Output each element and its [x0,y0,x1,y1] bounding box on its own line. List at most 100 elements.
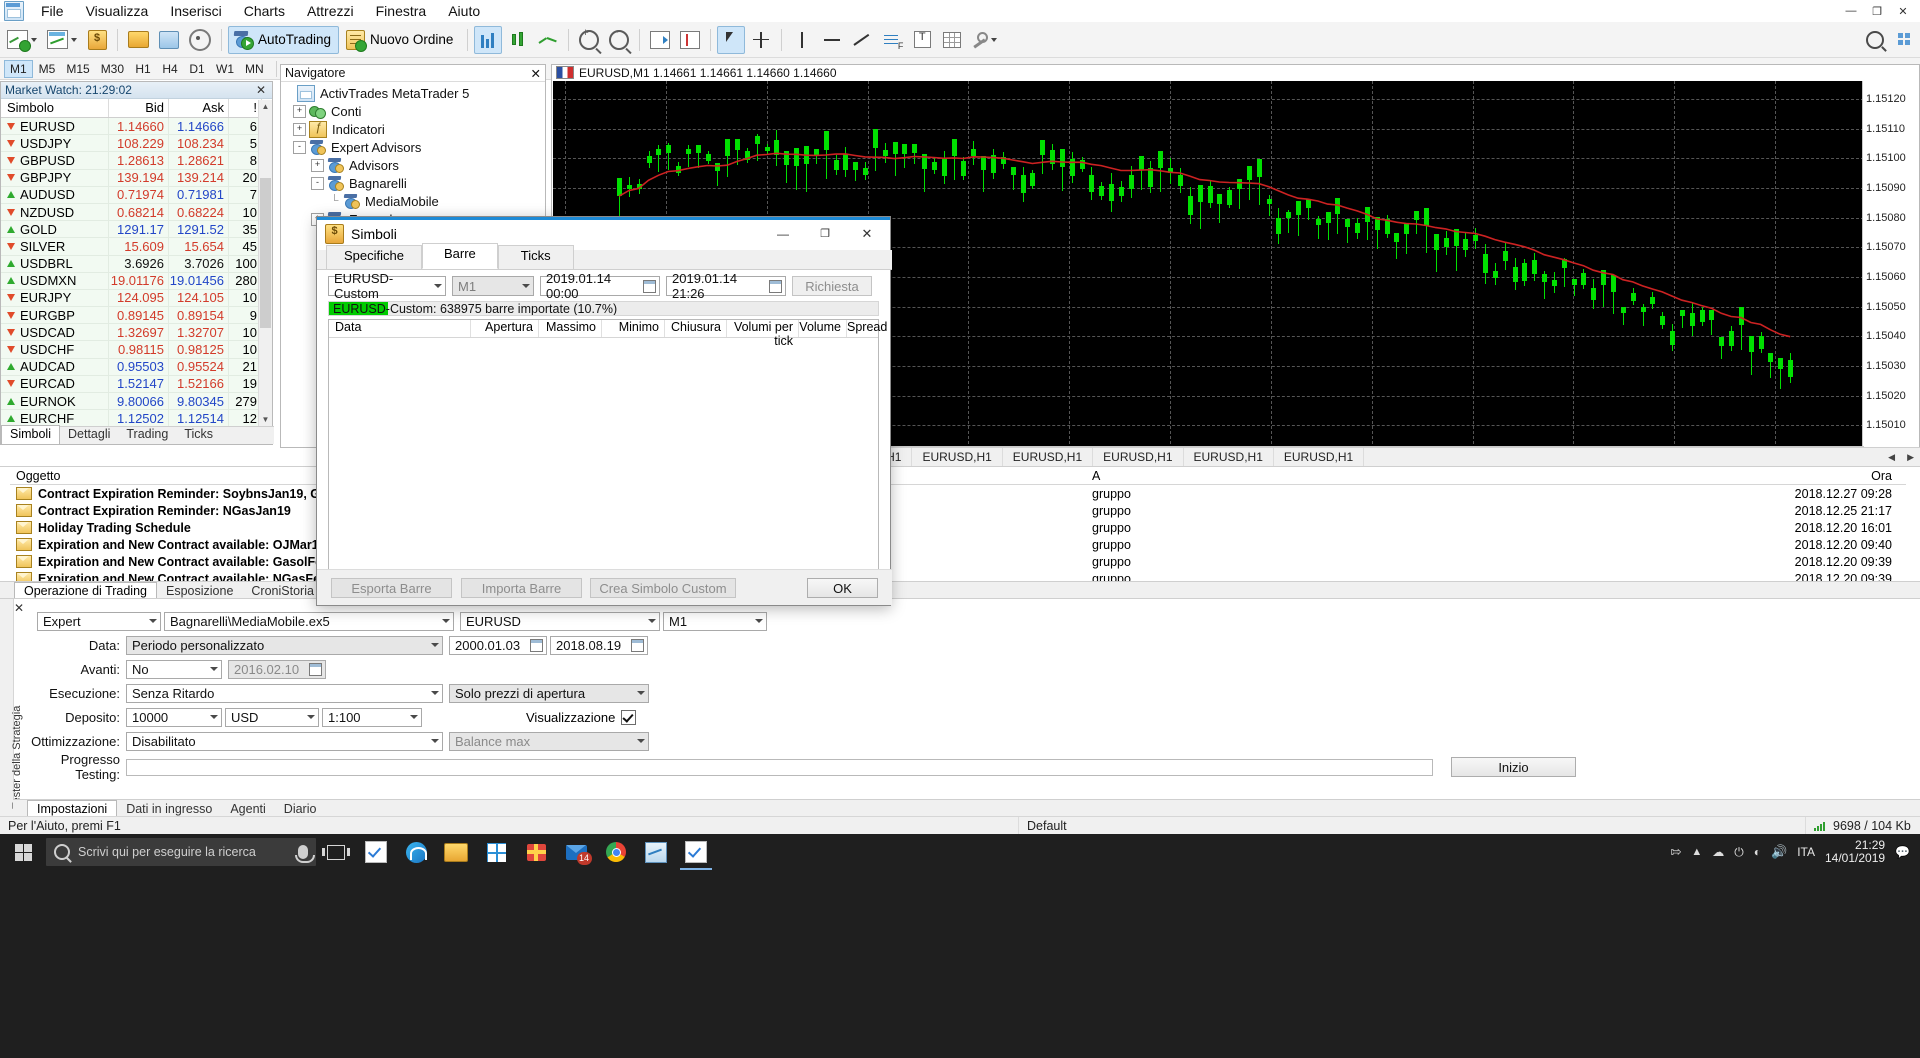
tab-ticks[interactable]: Ticks [176,426,221,444]
signals-button[interactable] [155,26,183,54]
chevron-down-icon[interactable] [991,37,998,42]
menu-charts[interactable]: Charts [233,0,296,22]
period-select[interactable]: M1 [663,611,767,631]
dialog-table-body[interactable] [329,338,878,570]
tester-close-icon[interactable]: ✕ [14,601,24,615]
market-watch-rows[interactable]: EURUSD 1.14660 1.14666 6 USDJPY 108.229 108.23… [1,118,272,444]
dialog-date-from-field[interactable]: 2019.01.14 00:00 [540,271,660,301]
visualization-group[interactable]: Visualizzazione [526,709,637,725]
taskbar-app-chrome[interactable] [596,834,636,870]
date-to-field[interactable]: 2018.08.19 [550,635,648,655]
menu-aiuto[interactable]: Aiuto [437,0,491,22]
tabs-scroll-right-icon[interactable]: ▶ [1901,448,1920,466]
tab-trading[interactable]: Trading [118,426,176,444]
timeframe-m5[interactable]: M5 [34,60,61,78]
chart-shift-button[interactable] [676,26,704,54]
market-watch-row[interactable]: USDJPY 108.229 108.234 5 [1,135,272,153]
dialog-minimize-button[interactable]: — [762,219,804,249]
tree-expander-icon[interactable]: + [293,104,306,118]
timeframe-m1[interactable]: M1 [4,59,33,78]
taskbar-app-mt5[interactable] [636,834,676,870]
chart-tab[interactable]: EURUSD,H1 [912,448,1003,466]
column-header-simbolo[interactable]: Simbolo [1,99,109,117]
tray-expand-icon[interactable]: ▲ [1691,846,1702,858]
navigator-item-indicatori[interactable]: + Indicatori [283,120,545,138]
chart-profiles-button[interactable] [43,26,81,54]
start-button[interactable] [0,834,46,870]
execution-detail-select[interactable]: Solo prezzi di apertura [449,683,649,703]
column-header-bid[interactable]: Bid [109,99,169,117]
execution-mode-select[interactable]: Senza Ritardo [126,683,443,703]
timeframe-h1[interactable]: H1 [130,60,156,78]
taskbar-app-store[interactable] [476,834,516,870]
deposit-currency-select[interactable]: USD [225,707,319,727]
menu-file[interactable]: File [30,0,75,22]
menu-finestra[interactable]: Finestra [365,0,438,22]
horizontal-line-button[interactable] [818,26,846,54]
tab-simboli[interactable]: Simboli [1,425,60,444]
candlestick-chart-button[interactable] [504,26,532,54]
chart-tab[interactable]: EURUSD,H1 [1274,448,1365,466]
task-view-button[interactable] [316,834,356,870]
column-header-massimo[interactable]: Massimo [539,320,602,337]
taskbar-app-edge[interactable] [396,834,436,870]
timeframe-mn[interactable]: MN [240,60,269,78]
chevron-down-icon[interactable] [31,37,37,42]
market-watch-scrollbar[interactable]: ▲ ▼ [258,100,272,426]
new-chart-button[interactable] [3,26,41,54]
menu-inserisci[interactable]: Inserisci [159,0,232,22]
market-watch-row[interactable]: AUDUSD 0.71974 0.71981 7 [1,186,272,204]
timeframe-d1[interactable]: D1 [184,60,210,78]
tree-expander-icon[interactable]: + [311,158,324,172]
grid-button[interactable] [938,26,966,54]
chart-tab[interactable]: EURUSD,H1 [1003,448,1094,466]
market-watch-row[interactable]: SILVER 15.609 15.654 45 [1,238,272,256]
market-watch-row[interactable]: GBPJPY 139.194 139.214 20 [1,169,272,187]
chart-tab[interactable]: EURUSD,H1 [1093,448,1184,466]
close-icon[interactable]: ✕ [531,66,541,81]
market-watch-button[interactable] [83,26,111,54]
column-header-spread[interactable]: Spread [847,320,887,337]
trendline-button[interactable] [848,26,876,54]
market-watch-row[interactable]: GBPUSD 1.28613 1.28621 8 [1,152,272,170]
visualization-checkbox[interactable] [621,709,637,725]
mailbox-meta-rows[interactable]: gruppo 2018.12.27 09:28 gruppo 2018.12.25 2… [1086,485,1906,587]
taskbar-search-input[interactable]: Scrivi qui per eseguire la ricerca [46,838,316,866]
column-header-volumi-per-tick[interactable]: Volumi per tick [727,320,799,348]
column-header-a[interactable]: A [1092,469,1100,483]
objects-button[interactable] [968,26,1001,54]
tray-notifications-icon[interactable]: 💬 [1895,845,1910,859]
column-header-volume[interactable]: Volume [799,320,847,337]
timeframe-w1[interactable]: W1 [211,60,239,78]
expert-type-select[interactable]: Expert [37,611,161,631]
tray-onedrive-icon[interactable]: ☁ [1712,845,1724,859]
column-header-apertura[interactable]: Apertura [471,320,539,337]
tree-expander-icon[interactable]: - [293,140,306,154]
scrollbar-thumb[interactable] [260,178,271,328]
search-button[interactable] [1861,26,1889,54]
tray-volume-icon[interactable]: 🔊 [1771,844,1787,860]
menu-attrezzi[interactable]: Attrezzi [296,0,365,22]
market-watch-row[interactable]: USDBRL 3.6926 3.7026 100 [1,255,272,273]
dialog-symbol-select[interactable]: EURUSD-Custom [328,271,446,301]
taskbar-app-explorer[interactable] [436,834,476,870]
taskbar-app-active[interactable] [676,834,716,870]
chart-price-axis[interactable]: 1.15120 1.15110 1.15100 1.15090 1.15080 1.150… [1862,81,1918,449]
market-watch-row[interactable]: EURJPY 124.095 124.105 10 [1,289,272,308]
date-mode-select[interactable]: Periodo personalizzato [126,635,443,655]
timeframe-m30[interactable]: M30 [96,60,129,78]
close-icon[interactable]: ✕ [254,83,268,97]
leverage-select[interactable]: 1:100 [322,707,422,727]
column-header-ask[interactable]: Ask [169,99,229,117]
market-watch-row[interactable]: EURNOK 9.80066 9.80345 279 [1,393,272,411]
tabs-scroll-left-icon[interactable]: ◀ [1882,448,1901,466]
navigator-item-mediamobile[interactable]: └ MediaMobile [283,192,545,210]
dialog-maximize-button[interactable]: ❐ [804,219,846,249]
navigator-item-conti[interactable]: + Conti [283,102,545,120]
mailbox-meta-row[interactable]: gruppo 2018.12.27 09:28 [1086,485,1906,502]
autotrading-button[interactable]: AutoTrading [228,25,340,54]
crosshair-button[interactable] [747,26,775,54]
navigator-item-bagnarelli[interactable]: - Bagnarelli [283,174,545,192]
tree-expander-icon[interactable]: + [293,122,306,136]
chart-tab[interactable]: EURUSD,H1 [1184,448,1274,466]
